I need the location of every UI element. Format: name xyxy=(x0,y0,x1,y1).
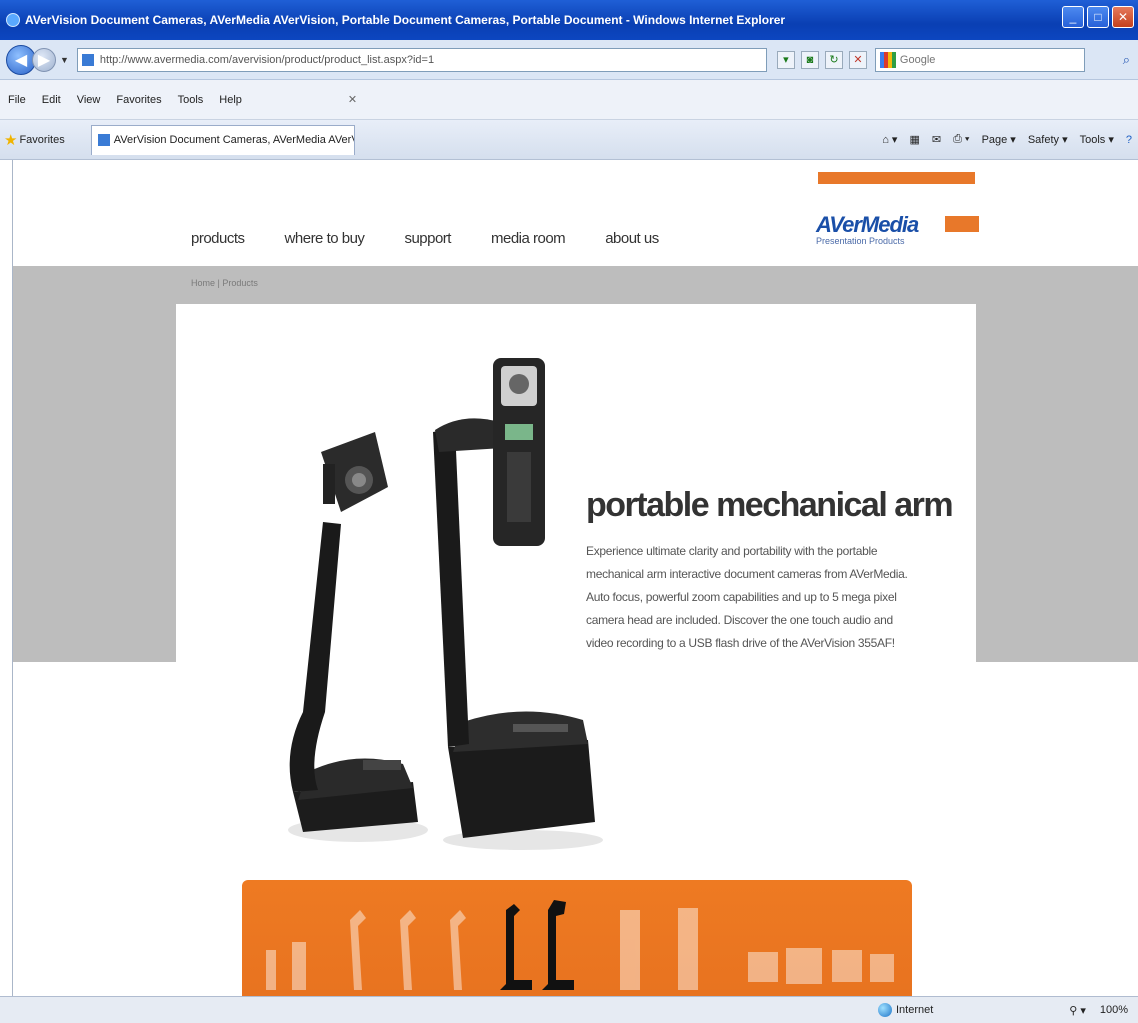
rss-icon[interactable]: ◙ xyxy=(800,50,819,69)
globe-icon xyxy=(878,1003,892,1017)
safety-menu[interactable]: Safety ▾ xyxy=(1028,133,1068,146)
thumb-8 xyxy=(620,910,640,990)
page-icon xyxy=(81,53,94,66)
thumb-10 xyxy=(748,952,778,982)
forward-arrow-icon: ▶ xyxy=(37,51,51,69)
history-dropdown-icon[interactable]: ▼ xyxy=(60,55,69,65)
tab-page-icon xyxy=(97,134,110,146)
tab-active[interactable]: AVerVision Document Cameras, AVerMedia A… xyxy=(90,124,355,155)
window-controls: _ □ ✕ xyxy=(1062,6,1134,28)
status-bar: Internet ⚲ ▾ 100% xyxy=(0,996,1138,1023)
menu-file[interactable]: File xyxy=(8,94,26,106)
hero-description: Experience ultimate clarity and portabil… xyxy=(586,544,908,650)
document-camera-image xyxy=(288,358,603,850)
thumb-7-selected xyxy=(542,900,574,990)
search-field[interactable] xyxy=(874,47,1085,72)
avermedia-logo[interactable]: AVerMedia Presentation Products xyxy=(816,212,919,246)
thumb-5 xyxy=(450,910,466,990)
refresh-icon[interactable]: ↻ xyxy=(824,50,843,69)
nav-where-to-buy[interactable]: where to buy xyxy=(285,230,365,247)
favorites-button[interactable]: Favorites xyxy=(19,134,64,146)
menu-tools[interactable]: Tools xyxy=(178,94,204,106)
menu-edit[interactable]: Edit xyxy=(42,94,61,106)
stop-icon[interactable]: ✕ xyxy=(848,50,867,69)
menu-favorites[interactable]: Favorites xyxy=(116,94,161,106)
maximize-button[interactable]: □ xyxy=(1087,6,1109,28)
header-accent-bar xyxy=(818,172,975,184)
breadcrumb[interactable]: Home | Products xyxy=(191,278,258,288)
minimize-button[interactable]: _ xyxy=(1062,6,1084,28)
favorites-bar: ★ Favorites AVerVision Document Cameras,… xyxy=(0,120,1138,160)
carousel-thumbnails xyxy=(266,900,894,990)
compatibility-icon[interactable]: ▾ xyxy=(776,50,795,69)
thumb-3 xyxy=(350,910,366,990)
forward-button[interactable]: ▶ xyxy=(32,47,56,72)
feeds-icon[interactable]: ▦ xyxy=(909,133,919,146)
nav-products[interactable]: products xyxy=(191,230,245,247)
thumb-2 xyxy=(292,942,306,990)
nav-about-us[interactable]: about us xyxy=(605,230,659,247)
thumb-12 xyxy=(832,950,862,982)
logo-subtitle: Presentation Products xyxy=(816,236,905,246)
address-tools: ▾ ◙ ↻ ✕ xyxy=(776,50,867,69)
security-zone[interactable]: Internet xyxy=(878,1003,933,1017)
protected-mode-icon[interactable]: ⚲ ▾ xyxy=(1069,1004,1086,1017)
close-toolbar-icon[interactable]: ✕ xyxy=(348,93,357,106)
thumb-11 xyxy=(786,948,822,984)
thumb-6-selected xyxy=(500,904,532,990)
favorites-star-icon[interactable]: ★ xyxy=(4,131,17,149)
nav-support[interactable]: support xyxy=(404,230,451,247)
main-nav: products where to buy support media room… xyxy=(191,230,699,247)
thumb-4 xyxy=(400,910,416,990)
home-icon[interactable]: ⌂ ▾ xyxy=(882,133,897,146)
tools-menu[interactable]: Tools ▾ xyxy=(1080,133,1114,146)
web-page: products where to buy support media room… xyxy=(12,160,1138,996)
title-bar: AVerVision Document Cameras, AVerMedia A… xyxy=(0,0,1138,40)
window-title: AVerVision Document Cameras, AVerMedia A… xyxy=(25,13,786,27)
mail-icon[interactable]: ✉ xyxy=(932,133,941,146)
logo-wordmark: AVerMedia xyxy=(816,212,919,237)
zone-label: Internet xyxy=(896,1004,934,1016)
menu-view[interactable]: View xyxy=(77,94,101,106)
google-icon xyxy=(879,51,896,68)
url-input[interactable] xyxy=(99,53,740,66)
menu-help[interactable]: Help xyxy=(219,94,242,106)
search-icon[interactable]: ⌕ xyxy=(1123,52,1130,68)
help-icon[interactable]: ? xyxy=(1126,134,1132,146)
page-menu[interactable]: Page ▾ xyxy=(982,133,1016,146)
thumb-13 xyxy=(870,954,894,982)
hero-title: portable mechanical arm xyxy=(586,486,954,524)
product-carousel xyxy=(242,880,912,996)
search-input[interactable] xyxy=(899,53,1080,66)
tab-title: AVerVision Document Cameras, AVerMedia A… xyxy=(113,134,354,146)
zoom-area: ⚲ ▾ 100% xyxy=(1069,1004,1128,1017)
back-arrow-icon: ◀ xyxy=(14,51,28,69)
logo-accent-box xyxy=(945,216,979,232)
thumb-1 xyxy=(266,950,276,990)
close-button[interactable]: ✕ xyxy=(1112,6,1134,28)
address-bar: ◀ ▶ ▼ ▾ ◙ ↻ ✕ ⌕ xyxy=(0,40,1138,80)
url-field[interactable] xyxy=(76,47,767,72)
print-icon[interactable]: ⎙ ▾ xyxy=(953,133,969,146)
zoom-level[interactable]: 100% xyxy=(1100,1004,1128,1017)
command-bar: ⌂ ▾ ▦ ✉ ⎙ ▾ Page ▾ Safety ▾ Tools ▾ ? xyxy=(882,133,1132,146)
thumb-9 xyxy=(678,908,698,990)
menu-bar: File Edit View Favorites Tools Help ✕ xyxy=(0,80,1138,120)
nav-media-room[interactable]: media room xyxy=(491,230,566,247)
ie-icon xyxy=(6,13,20,27)
